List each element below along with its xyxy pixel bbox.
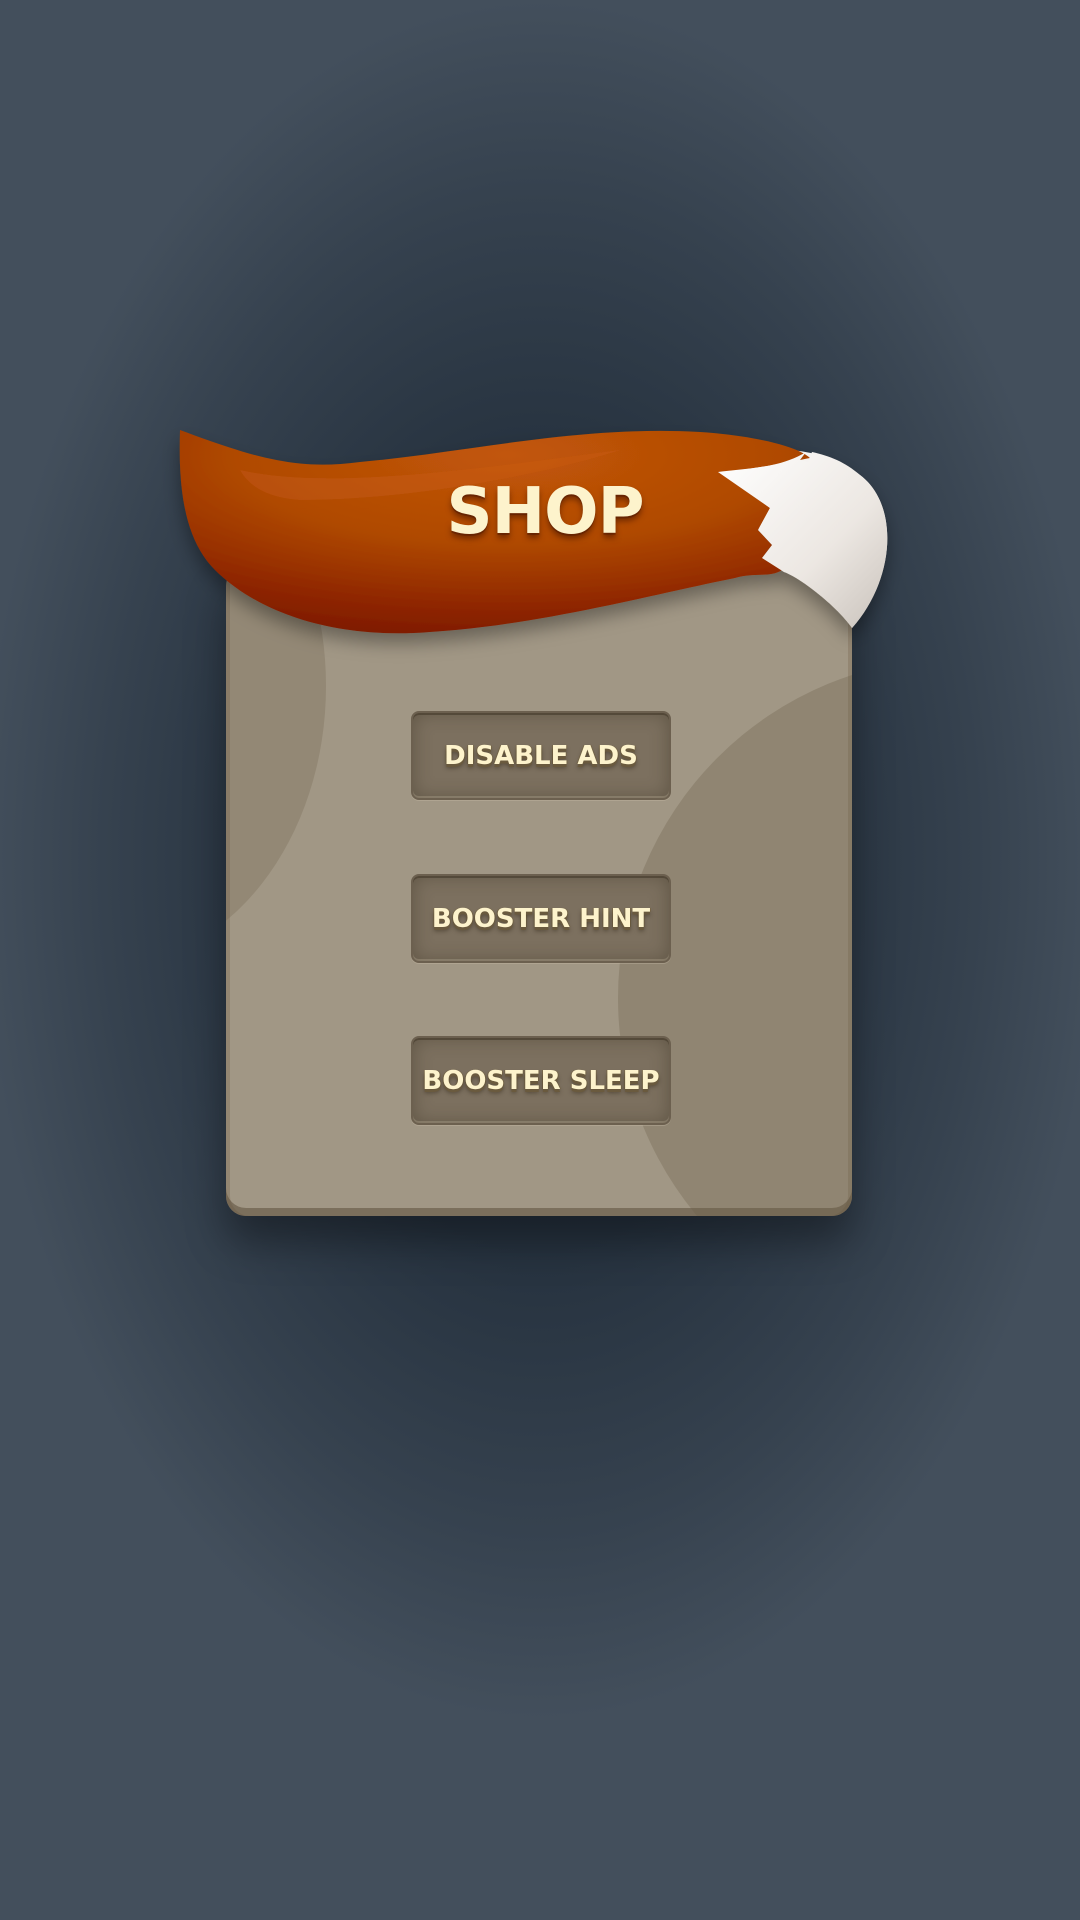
disable-ads-label: DISABLE ADS bbox=[444, 740, 638, 771]
booster-sleep-label: BOOSTER SLEEP bbox=[422, 1065, 660, 1096]
booster-sleep-button[interactable]: BOOSTER SLEEP bbox=[411, 1036, 671, 1125]
booster-hint-button[interactable]: BOOSTER HINT bbox=[411, 874, 671, 963]
shop-title: SHOP bbox=[446, 475, 645, 549]
shop-screen: SHOP DISABLE ADS BOOSTER HINT BOOSTER SL… bbox=[0, 0, 1080, 1920]
disable-ads-button[interactable]: DISABLE ADS bbox=[411, 711, 671, 800]
panel-decoration-left bbox=[226, 566, 326, 966]
booster-hint-label: BOOSTER HINT bbox=[431, 903, 651, 934]
